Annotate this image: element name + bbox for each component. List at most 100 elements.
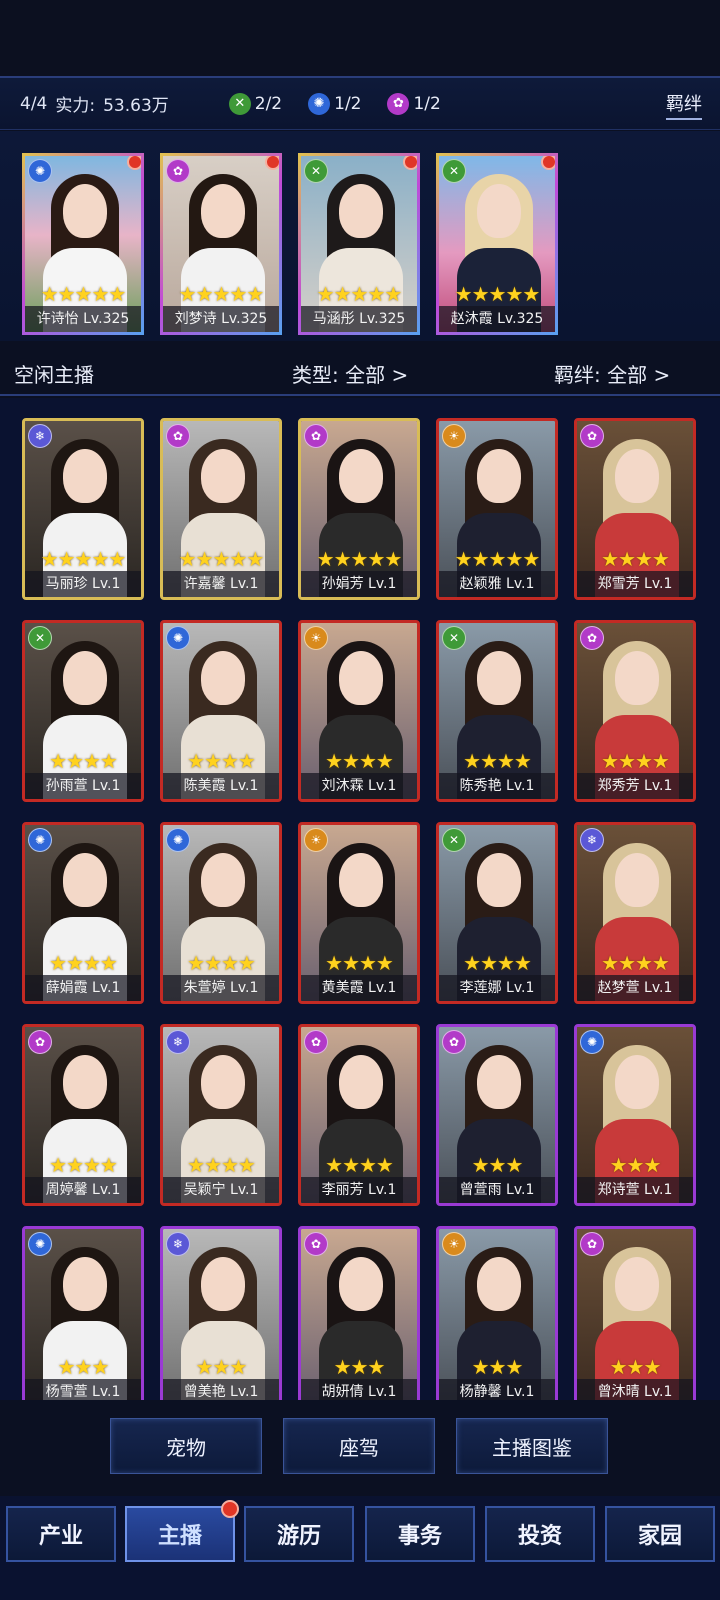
- anchor-name: 郑雪芳 Lv.1: [577, 571, 693, 597]
- anchor-card[interactable]: ✺ ★★★★ 朱萱婷 Lv.1: [160, 822, 282, 1004]
- star-rating: ★★★★★: [316, 282, 403, 306]
- team-card[interactable]: ✕ ★★★★★ 马涵彤 Lv.325: [298, 153, 420, 335]
- star-rating: ★★★★★: [454, 282, 541, 306]
- star-rating: ★★★: [471, 1355, 524, 1379]
- star-rating: ★★★★: [601, 547, 670, 571]
- star-rating: ★★★★★: [178, 282, 265, 306]
- anchor-card[interactable]: ✿ ★★★★★ 孙娟芳 Lv.1: [298, 418, 420, 600]
- star-rating: ★★★★: [601, 951, 670, 975]
- anchor-card[interactable]: ✕ ★★★★ 李莲娜 Lv.1: [436, 822, 558, 1004]
- arcane-element-icon: ✿: [304, 1232, 328, 1256]
- ice-element-icon: ❄: [28, 424, 52, 448]
- anchor-card[interactable]: ❄ ★★★★ 赵梦萱 Lv.1: [574, 822, 696, 1004]
- nav-affairs[interactable]: 事务: [365, 1506, 475, 1562]
- anchor-name: 赵沐霞 Lv.325: [439, 306, 555, 332]
- anchor-name: 马丽珍 Lv.1: [25, 571, 141, 597]
- wind-element-icon: ✕: [442, 626, 466, 650]
- anchor-card[interactable]: ✕ ★★★★ 陈秀艳 Lv.1: [436, 620, 558, 802]
- nav-home[interactable]: 家园: [605, 1506, 715, 1562]
- idle-anchors-title: 空闲主播: [14, 362, 94, 387]
- anchor-card[interactable]: ✿ ★★★ 胡妍倩 Lv.1: [298, 1226, 420, 1400]
- anchor-card[interactable]: ✿ ★★★ 曾沐晴 Lv.1: [574, 1226, 696, 1400]
- anchor-name: 胡妍倩 Lv.1: [301, 1379, 417, 1400]
- water-element-icon: ✺: [166, 828, 190, 852]
- water-element-icon: ✺: [166, 626, 190, 650]
- arcane-element-icon: ✿: [166, 159, 190, 183]
- anchor-grid: ❄ ★★★★★ 马丽珍 Lv.1 ✿ ★★★★★ 许嘉馨 Lv.1 ✿ ★★★★★ 孙娟芳 Lv…: [0, 398, 720, 1400]
- anchor-card[interactable]: ❄ ★★★★★ 马丽珍 Lv.1: [22, 418, 144, 600]
- star-rating: ★★★: [609, 1355, 662, 1379]
- anchor-card[interactable]: ✿ ★★★★ 郑秀芳 Lv.1: [574, 620, 696, 802]
- nav-invest[interactable]: 投资: [485, 1506, 595, 1562]
- pets-button[interactable]: 宠物: [110, 1418, 262, 1474]
- anchor-name: 周婷馨 Lv.1: [25, 1177, 141, 1203]
- ice-element-icon: ❄: [166, 1030, 190, 1054]
- anchor-card[interactable]: ✿ ★★★★ 李丽芳 Lv.1: [298, 1024, 420, 1206]
- anchor-name: 杨雪萱 Lv.1: [25, 1379, 141, 1400]
- anchor-card[interactable]: ✿ ★★★★ 郑雪芳 Lv.1: [574, 418, 696, 600]
- anchor-name: 赵颖雅 Lv.1: [439, 571, 555, 597]
- anchor-name: 郑秀芳 Lv.1: [577, 773, 693, 799]
- anchor-card[interactable]: ✿ ★★★ 曾萱雨 Lv.1: [436, 1024, 558, 1206]
- star-rating: ★★★: [57, 1355, 110, 1379]
- star-rating: ★★★★★: [316, 547, 403, 571]
- anchor-gallery-button[interactable]: 主播图鉴: [456, 1418, 608, 1474]
- idle-anchors-bar: 空闲主播 类型: 全部 > 羁绊: 全部 >: [0, 352, 720, 396]
- arcane-element-icon: ✿: [304, 424, 328, 448]
- type-filter[interactable]: 类型: 全部 >: [292, 359, 408, 388]
- anchor-card[interactable]: ☀ ★★★★ 刘沐霖 Lv.1: [298, 620, 420, 802]
- anchor-name: 陈美霞 Lv.1: [163, 773, 279, 799]
- wind-element-icon: ✕: [228, 92, 251, 115]
- anchor-card[interactable]: ✿ ★★★★★ 许嘉馨 Lv.1: [160, 418, 282, 600]
- anchor-card[interactable]: ✺ ★★★★ 薛娟霞 Lv.1: [22, 822, 144, 1004]
- star-rating: ★★★: [195, 1355, 248, 1379]
- nav-industry[interactable]: 产业: [6, 1506, 116, 1562]
- anchor-name: 李莲娜 Lv.1: [439, 975, 555, 1001]
- nav-anchors[interactable]: 主播: [125, 1500, 239, 1562]
- anchor-card[interactable]: ☀ ★★★★★ 赵颖雅 Lv.1: [436, 418, 558, 600]
- anchor-name: 孙雨萱 Lv.1: [25, 773, 141, 799]
- anchor-card[interactable]: ✕ ★★★★ 孙雨萱 Lv.1: [22, 620, 144, 802]
- anchor-name: 刘沐霖 Lv.1: [301, 773, 417, 799]
- anchor-card[interactable]: ✺ ★★★★ 陈美霞 Lv.1: [160, 620, 282, 802]
- star-rating: ★★★★: [49, 749, 118, 773]
- team-card[interactable]: ✕ ★★★★★ 赵沐霞 Lv.325: [436, 153, 558, 335]
- anchor-name: 朱萱婷 Lv.1: [163, 975, 279, 1001]
- wind-element-icon: ✕: [28, 626, 52, 650]
- bond-filter[interactable]: 羁绊: 全部 >: [554, 359, 670, 388]
- bottom-nav: 产业 主播 游历 事务 投资 家园: [0, 1496, 720, 1600]
- anchor-name: 杨静馨 Lv.1: [439, 1379, 555, 1400]
- anchor-name: 吴颖宁 Lv.1: [163, 1177, 279, 1203]
- star-rating: ★★★: [333, 1355, 386, 1379]
- star-rating: ★★★: [609, 1153, 662, 1177]
- water-element-icon: ✺: [28, 159, 52, 183]
- bond-button[interactable]: 羁绊: [666, 90, 702, 120]
- sun-element-icon: ☀: [442, 424, 466, 448]
- anchor-card[interactable]: ❄ ★★★★ 吴颖宁 Lv.1: [160, 1024, 282, 1206]
- team-count: 4/4: [20, 93, 48, 114]
- anchor-card[interactable]: ☀ ★★★ 杨静馨 Lv.1: [436, 1226, 558, 1400]
- team-card[interactable]: ✺ ★★★★★ 许诗怡 Lv.325: [22, 153, 144, 335]
- star-rating: ★★★★★: [40, 547, 127, 571]
- arcane-element-count: ✿ 1/2: [387, 92, 441, 115]
- arcane-element-icon: ✿: [580, 424, 604, 448]
- notification-dot: [127, 156, 141, 170]
- arcane-element-icon: ✿: [166, 424, 190, 448]
- water-element-icon: ✺: [28, 1232, 52, 1256]
- notification-dot: [403, 156, 417, 170]
- power-value: 53.63万: [103, 96, 169, 116]
- nav-travel[interactable]: 游历: [244, 1506, 354, 1562]
- water-element-icon: ✺: [308, 92, 331, 115]
- power-label: 实力:: [55, 96, 96, 116]
- star-rating: ★★★: [471, 1153, 524, 1177]
- anchor-name: 陈秀艳 Lv.1: [439, 773, 555, 799]
- anchor-card[interactable]: ✿ ★★★★ 周婷馨 Lv.1: [22, 1024, 144, 1206]
- anchor-card[interactable]: ✺ ★★★ 郑诗萱 Lv.1: [574, 1024, 696, 1206]
- team-card[interactable]: ✿ ★★★★★ 刘梦诗 Lv.325: [160, 153, 282, 335]
- anchor-card[interactable]: ✺ ★★★ 杨雪萱 Lv.1: [22, 1226, 144, 1400]
- wind-element-count: ✕ 2/2: [228, 92, 282, 115]
- anchor-card[interactable]: ❄ ★★★ 曾美艳 Lv.1: [160, 1226, 282, 1400]
- vehicles-button[interactable]: 座驾: [283, 1418, 435, 1474]
- anchor-card[interactable]: ☀ ★★★★ 黄美霞 Lv.1: [298, 822, 420, 1004]
- team-header: 4/4 实力: 53.63万 ✕ 2/2 ✺ 1/2 ✿ 1/2 羁绊: [0, 76, 720, 130]
